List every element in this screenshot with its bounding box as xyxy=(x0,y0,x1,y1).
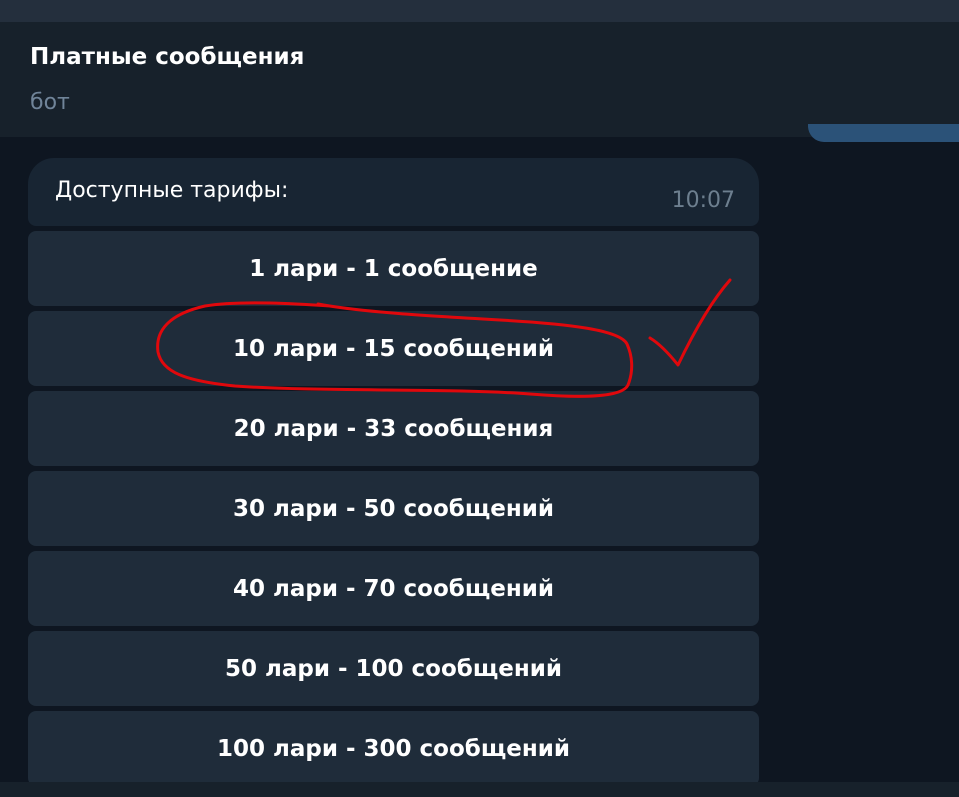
tariff-button-label: 50 лари - 100 сообщений xyxy=(225,655,562,682)
chat-header[interactable]: Платные сообщения бот xyxy=(0,22,959,137)
chat-title: Платные сообщения xyxy=(30,44,305,70)
window-bottom-strip xyxy=(0,782,959,797)
tariff-button-20[interactable]: 20 лари - 33 сообщения xyxy=(28,391,759,466)
tariff-button-10[interactable]: 10 лари - 15 сообщений xyxy=(28,311,759,386)
tariff-button-label: 10 лари - 15 сообщений xyxy=(233,335,554,362)
tariff-button-label: 100 лари - 300 сообщений xyxy=(217,735,570,762)
tariff-button-label: 30 лари - 50 сообщений xyxy=(233,495,554,522)
tariff-button-1[interactable]: 1 лари - 1 сообщение xyxy=(28,231,759,306)
tariff-button-50[interactable]: 50 лари - 100 сообщений xyxy=(28,631,759,706)
message-time: 10:07 xyxy=(671,188,735,213)
tariff-button-label: 40 лари - 70 сообщений xyxy=(233,575,554,602)
tariff-button-100[interactable]: 100 лари - 300 сообщений xyxy=(28,711,759,786)
tariff-button-label: 1 лари - 1 сообщение xyxy=(249,255,538,282)
inline-keyboard: 1 лари - 1 сообщение 10 лари - 15 сообще… xyxy=(28,231,759,791)
tariff-button-label: 20 лари - 33 сообщения xyxy=(233,415,554,442)
window-top-strip xyxy=(0,0,959,22)
message-bubble: Доступные тарифы: 10:07 xyxy=(28,158,759,226)
chat-subtitle: бот xyxy=(30,90,70,115)
tariff-button-40[interactable]: 40 лари - 70 сообщений xyxy=(28,551,759,626)
message-text: Доступные тарифы: xyxy=(55,178,289,203)
outgoing-message-bubble xyxy=(808,124,959,142)
tariff-button-30[interactable]: 30 лари - 50 сообщений xyxy=(28,471,759,546)
